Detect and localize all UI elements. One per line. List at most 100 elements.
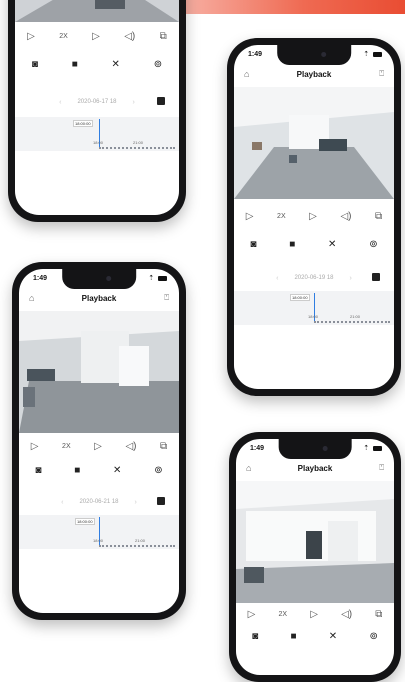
settings-icon[interactable]: ⊚ [154,465,162,476]
next-icon[interactable]: ▷ [94,441,102,452]
playback-controls: ▷ 2X ▷ ◁) ⧉ [19,439,179,453]
record-icon[interactable]: ■ [290,631,296,642]
action-bar: ◙ ■ ✕ ⊚ [15,57,179,71]
calendar-icon[interactable] [157,97,165,105]
date-selector: ‹ 2020-06-21 18 › [19,495,179,509]
settings-icon[interactable]: ⊚ [369,239,377,250]
record-icon[interactable]: ■ [74,465,80,476]
phone-screen: 1:49 ⇡ ⌂ Playback ⍞ ▷ 2X ▷ ◁) ⧉ [19,269,179,613]
timeline[interactable]: 18:00:00 18:00 21:00 [15,117,179,151]
video-feed[interactable] [234,87,394,199]
date-label[interactable]: 2020-06-19 18 [294,275,333,281]
time-tag: 18:00:00 [75,518,95,525]
video-feed[interactable] [236,481,394,603]
prev-day-icon[interactable]: ‹ [61,499,63,506]
play-icon[interactable]: ▷ [31,441,39,452]
phone-top-left: ▷ 2X ▷ ◁) ⧉ ◙ ■ ✕ ⊚ ‹ 2020-06-17 18 › 18… [8,0,186,222]
app-header: ⌂ Playback ⍞ [19,291,179,307]
prev-day-icon[interactable]: ‹ [59,99,61,106]
camera-icon[interactable]: ◙ [35,465,41,476]
settings-icon[interactable]: ⊚ [369,631,377,642]
video-feed[interactable] [15,0,179,22]
timeline[interactable]: 18:00:00 18:00 21:00 [19,515,179,549]
tick-label: 21:00 [133,140,144,145]
play-icon[interactable]: ▷ [27,31,35,42]
fullscreen-icon[interactable]: ⧉ [375,211,382,222]
volume-icon[interactable]: ◁) [341,609,352,620]
status-icons: ⇡ [148,274,167,282]
status-icons: ⇡ [363,50,382,58]
volume-icon[interactable]: ◁) [125,441,136,452]
tick-label: 18:00 [308,314,319,319]
share-icon[interactable]: ⍞ [164,293,169,303]
fullscreen-icon[interactable]: ⧉ [160,31,167,42]
next-icon[interactable]: ▷ [309,211,317,222]
calendar-icon[interactable] [372,273,380,281]
app-header: ⌂ Playback ⍞ [234,67,394,83]
app-header: ⌂ Playback ⍞ [236,461,394,477]
date-selector: ‹ 2020-06-19 18 › [234,271,394,285]
timeline[interactable]: 18:00:00 18:00 21:00 [234,291,394,325]
action-bar: ◙ ■ ✕ ⊚ [234,237,394,251]
date-selector: ‹ 2020-06-17 18 › [15,95,179,109]
next-day-icon[interactable]: › [133,99,135,106]
action-bar: ◙ ■ ✕ ⊚ [19,463,179,477]
timeline-ticks [314,321,390,324]
timeline-ticks [99,147,175,150]
tick-label: 21:00 [350,314,361,319]
phone-notch [278,439,352,459]
speed-icon[interactable]: 2X [278,611,287,618]
status-time: 1:49 [248,51,263,58]
next-day-icon[interactable]: › [135,499,137,506]
next-day-icon[interactable]: › [350,275,352,282]
playback-controls: ▷ 2X ▷ ◁) ⧉ [234,209,394,223]
fullscreen-icon[interactable]: ⧉ [160,441,167,452]
phone-top-right: 1:49 ⇡ ⌂ Playback ⍞ ▷ 2X ▷ ◁) ⧉ ◙ ■ ✕ ⊚ … [227,38,401,396]
phone-screen: 1:49 ⇡ ⌂ Playback ⍞ ▷ 2X ▷ ◁) ⧉ [236,439,394,675]
volume-icon[interactable]: ◁) [124,31,135,42]
record-icon[interactable]: ■ [289,239,295,250]
page-title: Playback [81,294,117,303]
prev-day-icon[interactable]: ‹ [276,275,278,282]
cut-icon[interactable]: ✕ [113,465,121,476]
speed-icon[interactable]: 2X [277,213,286,220]
cut-icon[interactable]: ✕ [328,239,336,250]
phone-notch [62,269,136,289]
video-feed[interactable] [19,311,179,433]
volume-icon[interactable]: ◁) [340,211,351,222]
phone-screen: 1:49 ⇡ ⌂ Playback ⍞ ▷ 2X ▷ ◁) ⧉ [234,45,394,389]
share-icon[interactable]: ⍞ [379,69,384,79]
fullscreen-icon[interactable]: ⧉ [375,609,382,620]
phone-bottom-left: 1:49 ⇡ ⌂ Playback ⍞ ▷ 2X ▷ ◁) ⧉ ◙ ■ ✕ ⊚ … [12,262,186,620]
record-icon[interactable]: ■ [72,59,78,70]
share-icon[interactable]: ⍞ [379,463,384,473]
action-bar: ◙ ■ ✕ ⊚ [236,629,394,643]
play-icon[interactable]: ▷ [246,211,254,222]
timeline-ticks [99,545,175,548]
page-title: Playback [297,464,333,473]
calendar-icon[interactable] [157,497,165,505]
status-icons: ⇡ [363,444,382,452]
cut-icon[interactable]: ✕ [112,59,120,70]
camera-icon[interactable]: ◙ [250,239,256,250]
phone-notch [277,45,351,65]
status-time: 1:49 [33,275,48,282]
camera-icon[interactable]: ◙ [32,59,38,70]
time-tag: 18:00:00 [290,294,310,301]
date-label[interactable]: 2020-06-17 18 [77,99,116,105]
next-icon[interactable]: ▷ [310,609,318,620]
playback-controls: ▷ 2X ▷ ◁) ⧉ [236,607,394,621]
tick-label: 18:00 [93,538,104,543]
settings-icon[interactable]: ⊚ [154,59,162,70]
date-label[interactable]: 2020-06-21 18 [79,499,118,505]
tick-label: 18:00 [93,140,104,145]
page-title: Playback [296,70,332,79]
next-icon[interactable]: ▷ [92,31,100,42]
playback-controls: ▷ 2X ▷ ◁) ⧉ [15,29,179,43]
camera-icon[interactable]: ◙ [252,631,258,642]
time-tag: 18:00:00 [73,120,93,127]
cut-icon[interactable]: ✕ [329,631,337,642]
speed-icon[interactable]: 2X [59,33,68,40]
speed-icon[interactable]: 2X [62,443,71,450]
play-icon[interactable]: ▷ [248,609,256,620]
